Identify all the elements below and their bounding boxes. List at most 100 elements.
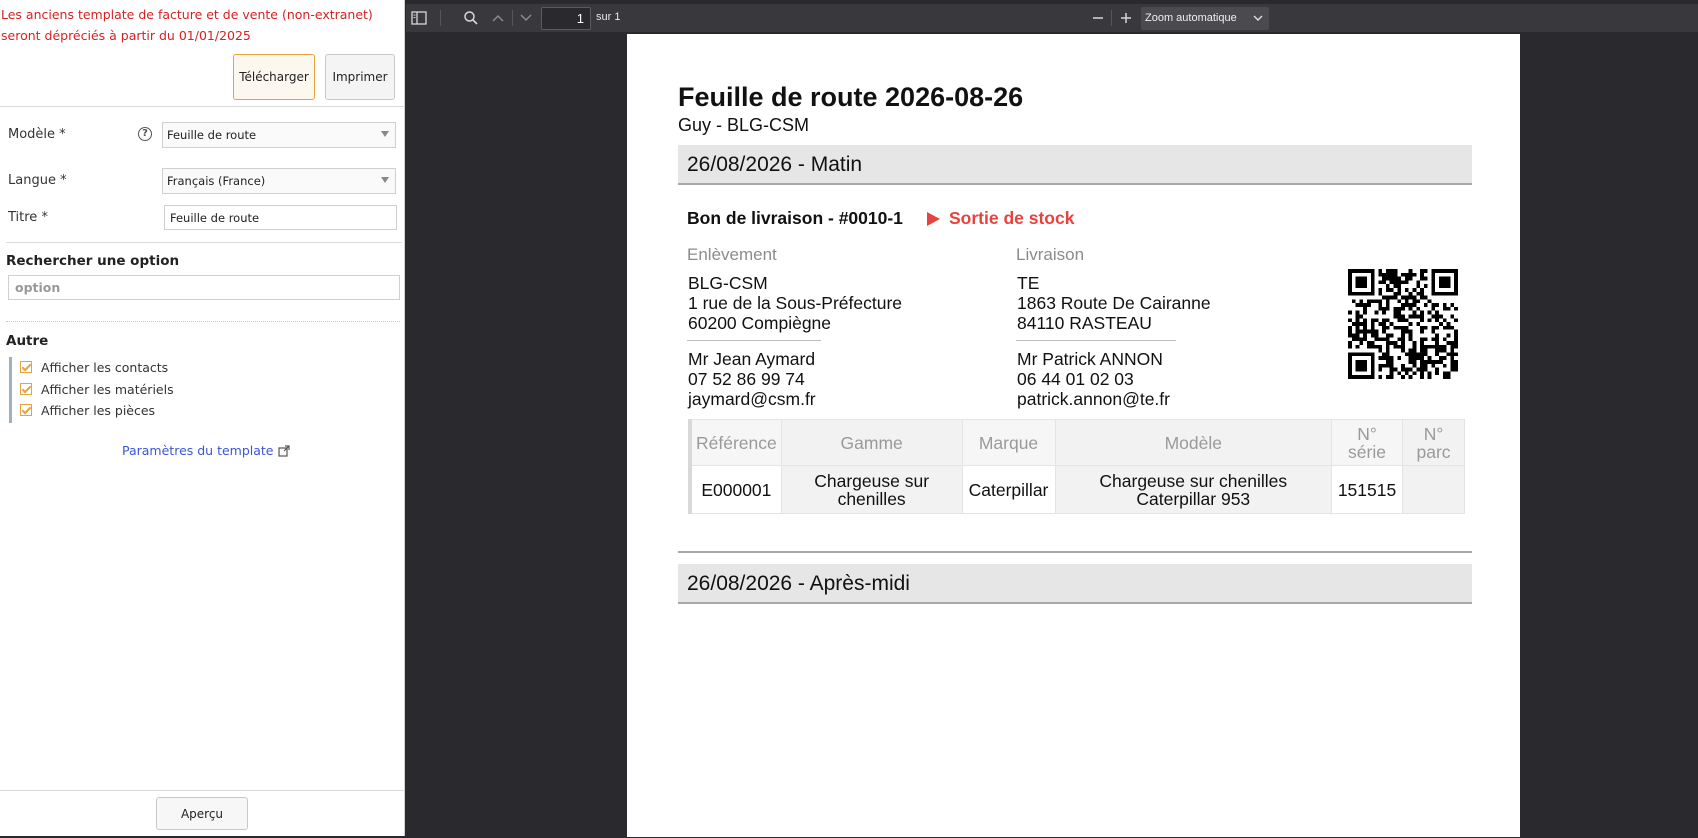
qr-module [1355, 318, 1360, 323]
play-arrow-icon [927, 211, 940, 226]
checkbox-checked-icon[interactable] [20, 361, 32, 373]
qr-module [1431, 325, 1436, 330]
checkbox-checked-icon[interactable] [20, 383, 32, 395]
delivery-street: 1863 Route De Cairanne [1017, 293, 1211, 313]
qr-module [1389, 287, 1394, 292]
search-icon[interactable] [459, 4, 483, 32]
qr-module [1416, 352, 1421, 357]
option-show-contacts[interactable]: Afficher les contacts [20, 358, 168, 376]
language-select-value: Français (France) [167, 174, 266, 188]
qr-module [1397, 337, 1402, 342]
qr-module [1423, 367, 1428, 372]
equipment-table: Référence Gamme Marque Modèle N° série N… [688, 419, 1465, 514]
qr-module [1446, 325, 1451, 330]
toolbar-separator [512, 10, 513, 26]
option-show-equipment[interactable]: Afficher les matériels [20, 380, 174, 398]
qr-module [1420, 276, 1424, 281]
qr-module [1431, 363, 1436, 368]
qr-module [1446, 333, 1451, 338]
qr-module [1385, 333, 1390, 338]
zoom-select[interactable]: Zoom automatique [1141, 7, 1269, 30]
pickup-heading: Enlèvement [687, 245, 777, 264]
qr-module [1397, 310, 1402, 315]
zoom-in-icon[interactable] [1114, 4, 1138, 32]
qr-module [1427, 375, 1432, 379]
qr-module [1412, 299, 1417, 304]
chevron-down-icon [1253, 15, 1263, 21]
qr-module [1366, 341, 1371, 345]
divider [0, 106, 405, 107]
qr-module [1374, 333, 1379, 338]
title-input[interactable]: Feuille de route [164, 205, 397, 230]
qr-module [1439, 322, 1443, 326]
qr-module [1408, 360, 1413, 364]
preview-button[interactable]: Aperçu [156, 797, 248, 830]
qr-module [1435, 310, 1440, 315]
qr-module [1423, 337, 1428, 342]
qr-module [1389, 363, 1394, 368]
qr-module [1454, 318, 1458, 323]
qr-module [1446, 269, 1451, 273]
sidebar-toggle-icon[interactable] [407, 4, 431, 32]
qr-module [1366, 303, 1371, 307]
qr-module [1370, 272, 1375, 277]
qr-module [1427, 360, 1432, 364]
template-settings-link[interactable]: Paramètres du template [122, 443, 290, 458]
qr-module [1359, 375, 1364, 379]
qr-module [1382, 352, 1386, 357]
qr-module [1348, 352, 1352, 357]
page-number-input[interactable]: 1 [541, 7, 591, 30]
qr-module [1420, 329, 1424, 334]
qr-module [1446, 375, 1451, 379]
qr-module [1439, 348, 1443, 353]
qr-module [1416, 284, 1421, 288]
qr-module [1359, 284, 1364, 288]
address-divider [687, 340, 821, 341]
qr-module [1351, 291, 1356, 296]
pickup-address: BLG-CSM 1 rue de la Sous-Préfecture 6020… [688, 273, 902, 333]
previous-page-icon[interactable] [486, 4, 510, 32]
qr-module [1348, 356, 1352, 361]
delivery-contact-name: Mr Patrick ANNON [1017, 349, 1163, 369]
checkbox-checked-icon[interactable] [20, 404, 32, 416]
qr-module [1370, 325, 1375, 330]
delivery-phone: 06 44 01 02 03 [1017, 369, 1134, 389]
qr-module [1435, 318, 1440, 323]
qr-module [1385, 325, 1390, 330]
delivery-heading: Livraison [1016, 245, 1085, 264]
download-button[interactable]: Télécharger [233, 54, 315, 100]
qr-module [1416, 367, 1421, 372]
qr-module [1389, 295, 1394, 300]
template-settings-link-label[interactable]: Paramètres du template [122, 443, 274, 458]
qr-module [1431, 314, 1436, 319]
qr-module [1397, 314, 1402, 319]
qr-module [1442, 280, 1447, 285]
next-page-icon[interactable] [514, 4, 538, 32]
qr-module [1401, 325, 1405, 330]
option-label: Afficher les pièces [41, 402, 156, 418]
toolbar-separator [440, 10, 441, 26]
option-search-input[interactable]: option [8, 275, 400, 300]
qr-module [1348, 363, 1352, 368]
qr-module [1397, 291, 1402, 296]
qr-module [1404, 371, 1409, 376]
model-select[interactable]: Feuille de route [162, 122, 396, 148]
qr-module [1427, 371, 1432, 376]
zoom-out-icon[interactable] [1086, 4, 1110, 32]
qr-module [1385, 356, 1390, 361]
language-select[interactable]: Français (France) [162, 168, 396, 194]
column-header: Marque [961, 419, 1056, 466]
qr-module [1397, 276, 1402, 281]
help-icon[interactable]: ? [138, 127, 152, 141]
table-cell: Chargeuse sur chenilles [780, 465, 963, 514]
qr-module [1397, 325, 1402, 330]
qr-module [1378, 280, 1383, 285]
qr-module [1423, 325, 1428, 330]
qr-module [1378, 272, 1383, 277]
option-show-parts[interactable]: Afficher les pièces [20, 401, 155, 419]
table-cell: Chargeuse sur chenilles Caterpillar 953 [1054, 465, 1333, 514]
template-settings-panel: Les anciens template de facture et de ve… [0, 0, 405, 836]
qr-module [1401, 306, 1405, 311]
print-button[interactable]: Imprimer [325, 54, 395, 100]
qr-module [1374, 299, 1379, 304]
